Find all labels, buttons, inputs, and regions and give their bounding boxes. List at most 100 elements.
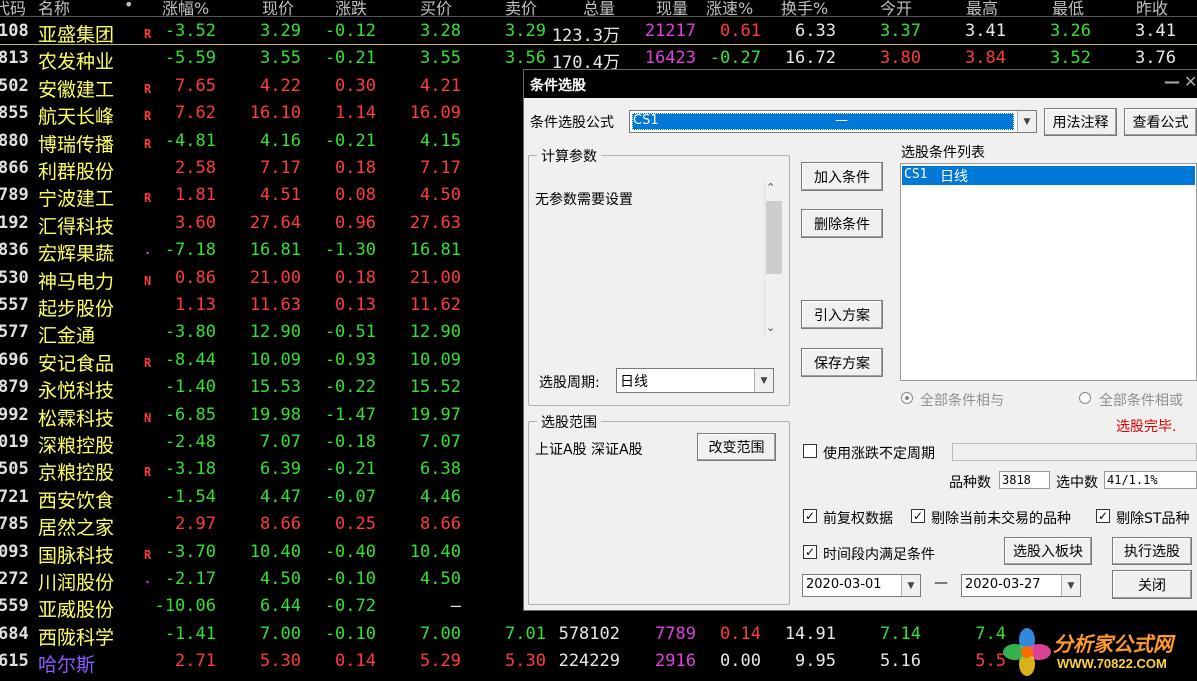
column-header[interactable]: 涨速% (706, 0, 753, 16)
column-header[interactable]: 最低 (1052, 0, 1084, 16)
column-header[interactable]: 买价 (420, 0, 452, 16)
date-to-picker[interactable]: 2020-03-27 ▼ (961, 574, 1081, 597)
cell-turnover: 6.33 (795, 21, 836, 41)
minimize-icon[interactable]: — (1164, 72, 1180, 91)
scroll-down-icon[interactable]: ⌄ (766, 321, 775, 334)
chevron-down-icon[interactable]: ▼ (1061, 575, 1080, 596)
column-header[interactable]: 今开 (880, 0, 912, 16)
cell-code: 879 (0, 377, 29, 398)
formula-value-suffix: — (835, 113, 848, 128)
dialog-titlebar[interactable]: 条件选股 — ✕ (524, 70, 1197, 98)
cell-code: 093 (0, 541, 29, 562)
date-from-picker[interactable]: 2020-03-01 ▼ (802, 574, 921, 597)
cell-chg-pct: -6.85 (164, 404, 216, 425)
cell-bid: 7.07 (420, 432, 461, 452)
column-header[interactable]: 涨跌 (335, 0, 367, 16)
list-item[interactable]: CS1 日线 (902, 166, 1195, 185)
period-condition-checkbox[interactable]: ✓ (803, 545, 817, 559)
column-header[interactable]: 名称 (38, 0, 70, 16)
column-header[interactable]: 最高 (966, 0, 998, 16)
cell-change: -1.47 (324, 404, 376, 425)
chevron-down-icon[interactable]: ▼ (1017, 111, 1036, 132)
radio-all-and[interactable] (901, 392, 913, 404)
cell-change: 0.96 (335, 212, 376, 233)
range-group-title: 选股范围 (537, 412, 601, 432)
date-separator: — (934, 575, 948, 591)
add-condition-button[interactable]: 加入条件 (801, 162, 883, 191)
view-formula-button[interactable]: 查看公式 (1124, 108, 1197, 136)
cell-code: 684 (0, 623, 29, 644)
close-button[interactable]: 关闭 (1112, 570, 1192, 599)
column-header[interactable]: 涨幅% (162, 0, 209, 16)
execute-screen-button[interactable]: 执行选股 (1112, 537, 1192, 565)
period-condition-label: 时间段内满足条件 (823, 547, 935, 563)
table-header: 代码名称 • 涨幅% 现价 涨跌 买价 卖价 总量 现量 涨速% 换手% 今开 最高 最低 昨收 (0, 0, 1197, 17)
stock-screener-dialog: 条件选股 — ✕ 条件选股公式 CS1 — ▼ 用法注释 查看公式 计算参数 无… (523, 69, 1197, 611)
cell-name: 起步股份 (38, 298, 115, 320)
change-range-button[interactable]: 改变范围 (697, 433, 776, 461)
save-plan-button[interactable]: 保存方案 (801, 348, 883, 377)
progress-bar (952, 443, 1197, 461)
condition-list[interactable]: CS1 日线 (900, 163, 1197, 381)
scroll-thumb[interactable] (766, 201, 782, 274)
period-select[interactable]: 日线 ▼ (616, 368, 774, 393)
cell-chg-pct: -2.17 (164, 569, 216, 589)
scroll-up-icon[interactable]: ⌃ (766, 181, 775, 194)
cell-name: 松霖科技 (38, 407, 115, 430)
selected-value: 41/1.1% (1104, 471, 1197, 489)
pre-adjust-checkbox[interactable]: ✓ (803, 509, 817, 523)
delete-condition-button[interactable]: 删除条件 (801, 209, 883, 238)
column-header[interactable]: 卖价 (505, 0, 537, 16)
cell-bid: 16.09 (409, 103, 461, 124)
cell-name: 农发种业 (38, 51, 115, 74)
import-plan-button[interactable]: 引入方案 (801, 300, 883, 329)
column-header[interactable]: 现量 (656, 0, 688, 16)
radio-all-or[interactable] (1079, 392, 1091, 404)
cell-low: 3.52 (1050, 48, 1091, 69)
cell-high: 5.5 (975, 651, 1006, 672)
cell-name: 安记食品 (38, 352, 115, 375)
cell-name: 国脉科技 (38, 544, 115, 567)
chevron-down-icon[interactable]: ▼ (754, 369, 773, 392)
cell-turnover: 16.72 (784, 48, 836, 69)
cell-change: -0.22 (324, 377, 376, 398)
column-header[interactable]: 总量 (583, 0, 615, 16)
chevron-down-icon[interactable]: ▼ (901, 575, 920, 596)
column-header[interactable]: 换手% (781, 0, 828, 16)
count-value: 3818 (999, 471, 1050, 489)
pre-adjust-label: 前复权数据 (823, 511, 893, 527)
cell-prev: 3.41 (1135, 21, 1176, 41)
column-header[interactable]: 代码 (0, 0, 26, 16)
cell-code: 192 (0, 212, 29, 233)
cell-chg-pct: -4.81 (164, 130, 216, 151)
cell-name: 宁波建工 (38, 188, 115, 211)
table-row[interactable]: 108 亚盛集团 R -3.52 3.29 -0.12 3.28 3.29 123.3万 2121… (0, 18, 1197, 46)
cell-name: 宏辉果蔬 (38, 243, 115, 266)
column-header[interactable]: 现价 (262, 0, 294, 16)
cell-bid: 7.17 (420, 158, 461, 178)
exclude-untraded-checkbox[interactable]: ✓ (911, 509, 925, 523)
params-group-title: 计算参数 (537, 146, 601, 166)
usage-notes-button[interactable]: 用法注释 (1044, 108, 1117, 136)
cell-bid: 4.21 (420, 75, 461, 96)
cell-code: 992 (0, 404, 29, 425)
add-to-block-button[interactable]: 选股入板块 (1004, 537, 1092, 565)
cell-open: 5.16 (880, 651, 921, 672)
exclude-st-checkbox[interactable]: ✓ (1096, 509, 1110, 523)
cell-code: 502 (0, 75, 29, 96)
cell-chg-pct: 1.81 (175, 185, 216, 206)
variable-period-checkbox[interactable] (803, 444, 817, 458)
formula-select[interactable]: CS1 — ▼ (629, 110, 1037, 133)
column-header[interactable]: • (124, 0, 133, 14)
cell-code: 789 (0, 185, 29, 206)
column-header[interactable]: 昨收 (1136, 0, 1168, 16)
range-group: 选股范围 上证A股 深证A股 改变范围 (528, 412, 790, 605)
cell-chg-pct: 7.65 (175, 75, 216, 96)
cell-name: 京粮控股 (38, 462, 115, 485)
cell-change: -0.21 (324, 130, 376, 151)
cell-chg-pct: -1.40 (164, 377, 216, 398)
cell-bid: 16.81 (409, 240, 461, 261)
cell-code: 557 (0, 295, 29, 315)
params-scrollbar[interactable]: ⌃ ⌄ (764, 179, 782, 336)
close-icon[interactable]: ✕ (1184, 72, 1197, 91)
